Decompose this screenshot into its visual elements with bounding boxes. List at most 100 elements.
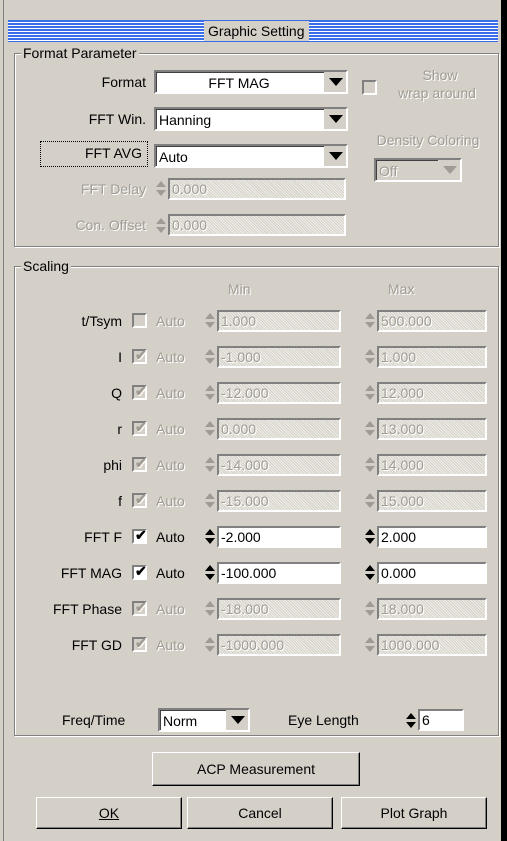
min-field: 1.000	[217, 310, 341, 332]
spin-arrows-icon	[363, 384, 377, 402]
chevron-down-icon[interactable]	[324, 72, 346, 92]
spin-arrows-icon	[154, 217, 168, 235]
scaling-row-label: r	[117, 421, 122, 437]
min-field: -15.000	[217, 490, 341, 512]
auto-checkbox[interactable]: ✔	[132, 527, 147, 544]
scaling-row-label: f	[118, 493, 122, 509]
scaling-row-label: I	[118, 349, 122, 365]
auto-label: Auto	[156, 601, 185, 617]
eye-length-label: Eye Length	[288, 712, 359, 728]
fft-win-label: FFT Win.	[88, 111, 146, 127]
max-field: 18.000	[377, 598, 487, 620]
checkmark-icon: ✔	[135, 383, 147, 399]
window-title: Graphic Setting	[204, 21, 309, 41]
density-coloring-dropdown: Off	[374, 158, 462, 182]
spin-arrows-icon	[154, 180, 168, 198]
eye-length-field[interactable]: 6	[418, 709, 464, 731]
format-value: FFT MAG	[208, 75, 270, 91]
fft-win-dropdown[interactable]: Hanning	[154, 107, 348, 131]
cancel-button[interactable]: Cancel	[187, 797, 333, 829]
auto-label: Auto	[156, 637, 185, 653]
max-field: 13.000	[377, 418, 487, 440]
min-field: -18.000	[217, 598, 341, 620]
format-label: Format	[101, 74, 146, 90]
auto-label: Auto	[156, 421, 185, 437]
ok-button[interactable]: OK	[36, 797, 182, 829]
spin-arrows-icon	[203, 348, 217, 366]
spin-arrows-icon	[363, 348, 377, 366]
spin-arrows-icon[interactable]	[363, 564, 377, 582]
scaling-row-label: t/Tsym	[81, 313, 122, 329]
plot-graph-button[interactable]: Plot Graph	[341, 797, 487, 829]
scaling-row-label: Q	[111, 385, 122, 401]
max-field[interactable]: 0.000	[377, 562, 487, 584]
scaling-row-label: FFT Phase	[53, 601, 122, 617]
spin-arrows-icon[interactable]	[203, 528, 217, 546]
min-field: -1000.000	[217, 634, 341, 656]
plot-graph-label: Plot Graph	[380, 805, 448, 821]
spin-arrows-icon[interactable]	[363, 528, 377, 546]
min-field: -1.000	[217, 346, 341, 368]
spin-arrows-icon	[363, 492, 377, 510]
checkmark-icon: ✔	[135, 635, 147, 651]
freq-time-dropdown[interactable]: Norm	[158, 708, 250, 732]
show-wrap-label-2: wrap around	[398, 85, 476, 101]
scaling-row-label: phi	[103, 457, 122, 473]
spin-arrows-icon	[363, 600, 377, 618]
spin-arrows-icon	[363, 636, 377, 654]
spin-arrows-icon	[203, 312, 217, 330]
format-dropdown[interactable]: FFT MAG	[154, 70, 348, 94]
window-border-right	[501, 0, 507, 841]
fft-avg-label: FFT AVG	[84, 145, 142, 161]
acp-measurement-button[interactable]: ACP Measurement	[152, 752, 360, 786]
spin-arrows-icon	[363, 312, 377, 330]
spin-arrows-icon[interactable]	[404, 712, 418, 730]
spin-arrows-icon	[363, 420, 377, 438]
fft-win-value: Hanning	[159, 112, 212, 128]
auto-checkbox: ✔	[132, 599, 147, 616]
max-field: 15.000	[377, 490, 487, 512]
max-field: 1.000	[377, 346, 487, 368]
max-field[interactable]: 2.000	[377, 526, 487, 548]
checkmark-icon: ✔	[135, 347, 147, 363]
checkmark-icon: ✔	[135, 455, 147, 471]
max-field: 500.000	[377, 310, 487, 332]
format-parameter-legend: Format Parameter	[21, 45, 139, 61]
scaling-row-label: FFT F	[84, 529, 122, 545]
spin-arrows-icon	[363, 456, 377, 474]
auto-checkbox	[132, 313, 147, 328]
show-wrap-label-1: Show	[422, 67, 458, 83]
checkmark-icon: ✔	[135, 527, 147, 543]
spin-arrows-icon[interactable]	[203, 564, 217, 582]
chevron-down-icon[interactable]	[324, 146, 346, 166]
title-bar[interactable]: Graphic Setting	[8, 20, 498, 42]
checkmark-icon: ✔	[135, 491, 147, 507]
checkmark-icon: ✔	[135, 563, 147, 579]
fft-avg-dropdown[interactable]: Auto	[154, 144, 348, 168]
freq-time-label: Freq/Time	[62, 712, 126, 728]
con-offset-label: Con. Offset	[75, 217, 146, 233]
min-field[interactable]: -2.000	[217, 526, 341, 548]
chevron-down-icon	[438, 160, 460, 180]
auto-label: Auto	[156, 349, 185, 365]
auto-label: Auto	[156, 565, 185, 581]
max-field: 12.000	[377, 382, 487, 404]
auto-checkbox: ✔	[132, 383, 147, 400]
chevron-down-icon[interactable]	[324, 109, 346, 129]
auto-checkbox: ✔	[132, 491, 147, 508]
auto-label: Auto	[156, 313, 185, 329]
ok-label: OK	[98, 805, 120, 821]
auto-label: Auto	[156, 385, 185, 401]
max-field: 14.000	[377, 454, 487, 476]
min-field: -12.000	[217, 382, 341, 404]
min-field[interactable]: -100.000	[217, 562, 341, 584]
chevron-down-icon[interactable]	[226, 710, 248, 730]
auto-checkbox[interactable]: ✔	[132, 563, 147, 580]
freq-time-value: Norm	[163, 713, 198, 729]
min-field: 0.000	[217, 418, 341, 440]
scaling-row-label: FFT GD	[71, 637, 122, 653]
con-offset-field: 0.000	[168, 214, 346, 236]
auto-checkbox: ✔	[132, 455, 147, 472]
auto-checkbox: ✔	[132, 347, 147, 364]
fft-avg-value: Auto	[159, 149, 188, 165]
